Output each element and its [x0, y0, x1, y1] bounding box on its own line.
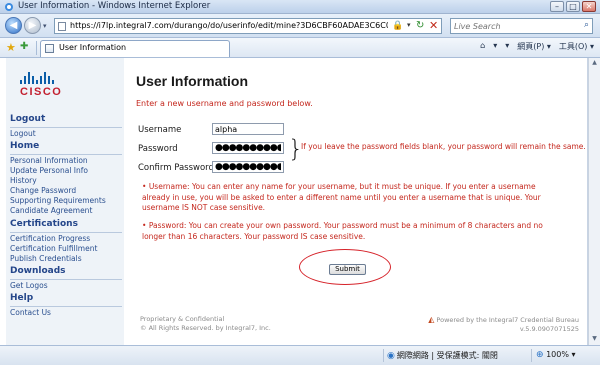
confirm-password-field[interactable] — [212, 161, 284, 173]
password-label: Password — [138, 144, 178, 154]
sidebar-item-get-logos[interactable]: Get Logos — [10, 281, 122, 291]
password-rule: • Password: You can create your own pass… — [142, 221, 543, 241]
sidebar-section-logout: Logout Logout — [10, 114, 122, 139]
back-button[interactable]: ◀ — [5, 17, 22, 34]
stop-icon[interactable]: ✕ — [429, 19, 438, 32]
url-text[interactable]: https://i7lp.integral7.com/durango/do/us… — [70, 21, 388, 30]
bureau-logo-icon: ◭ — [428, 315, 435, 324]
internet-explorer-icon — [5, 3, 13, 11]
intro-text: Enter a new username and password below. — [136, 99, 313, 108]
sidebar-item-certification-progress[interactable]: Certification Progress — [10, 234, 122, 244]
sidebar-item-candidate-agreement[interactable]: Candidate Agreement — [10, 206, 122, 216]
globe-icon: ◉ — [387, 351, 395, 361]
username-rule: • Username: You can enter any name for y… — [142, 182, 541, 212]
status-divider — [531, 349, 532, 362]
footer-proprietary: Proprietary & Confidential — [140, 315, 225, 323]
tab-user-information[interactable]: User Information — [40, 40, 230, 57]
password-rule-text: Password: You can create your own passwo… — [142, 221, 543, 241]
submit-button[interactable]: Submit — [329, 264, 366, 275]
home-button[interactable]: ⌂ — [480, 41, 485, 52]
footer-powered-text: Powered by the Integral7 Credential Bure… — [436, 316, 579, 324]
sidebar-heading: Home — [10, 141, 40, 151]
password-field[interactable] — [212, 142, 284, 154]
address-toolbar: ◀ ▶ ▾ https://i7lp.integral7.com/durango… — [0, 14, 600, 38]
security-zone[interactable]: ◉ 網際網路 | 受保護模式: 關閉 — [387, 350, 498, 361]
print-button[interactable]: ▾ — [505, 41, 509, 52]
sidebar-item-contact-us[interactable]: Contact Us — [10, 308, 122, 318]
status-bar: ◉ 網際網路 | 受保護模式: 關閉 ⊕ 100% ▾ — [0, 345, 600, 365]
scroll-down-icon[interactable]: ▼ — [590, 335, 599, 344]
minimize-button[interactable]: – — [550, 1, 564, 12]
zone-text: 網際網路 | 受保護模式: 關閉 — [396, 351, 498, 360]
footer-copyright: Proprietary & Confidential © All Rights … — [140, 315, 271, 333]
sidebar-heading: Logout — [10, 114, 46, 124]
zoom-icon: ⊕ — [536, 350, 544, 360]
cisco-logo: CISCO — [20, 72, 70, 100]
tools-menu[interactable]: 工具(O) ▾ — [559, 41, 594, 52]
feeds-button[interactable]: ▾ — [493, 41, 497, 52]
window-title: User Information - Windows Internet Expl… — [18, 1, 211, 11]
footer-powered-by: ◭ Powered by the Integral7 Credential Bu… — [409, 315, 579, 334]
forward-button[interactable]: ▶ — [24, 17, 41, 34]
search-box[interactable]: ⌕ — [450, 18, 593, 34]
sidebar-section-home: Home Personal Information Update Persona… — [10, 141, 122, 216]
cisco-bars-icon — [20, 72, 70, 84]
page-content: CISCO Logout Logout Home Personal Inform… — [0, 58, 588, 345]
sidebar-heading: Help — [10, 293, 34, 303]
footer-version: v.5.9.0907071525 — [519, 325, 579, 333]
page-menu[interactable]: 網頁(P) ▾ — [517, 41, 551, 52]
search-input[interactable] — [454, 20, 569, 32]
tab-toolbar: ★ ✚ User Information ⌂ ▾ ▾ 網頁(P) ▾ 工具(O)… — [0, 38, 600, 58]
zoom-level: 100% — [546, 350, 569, 359]
close-window-button[interactable]: ✕ — [582, 1, 596, 12]
sidebar: CISCO Logout Logout Home Personal Inform… — [6, 58, 124, 345]
lock-icon[interactable]: 🔒 — [392, 21, 404, 32]
sidebar-item-publish-credentials[interactable]: Publish Credentials — [10, 254, 122, 264]
username-rule-text: Username: You can enter any name for you… — [142, 182, 541, 212]
refresh-icon[interactable]: ↻ — [416, 20, 424, 31]
tab-label: User Information — [59, 43, 127, 52]
username-field[interactable] — [212, 123, 284, 135]
sidebar-item-personal-information[interactable]: Personal Information — [10, 156, 122, 166]
address-bar[interactable]: https://i7lp.integral7.com/durango/do/us… — [54, 18, 442, 34]
footer-rights: © All Rights Reserved. by Integral7, Inc… — [140, 324, 271, 332]
zoom-control[interactable]: ⊕ 100% ▾ — [536, 350, 576, 360]
vertical-scrollbar[interactable]: ▲ ▼ — [588, 58, 600, 345]
username-label: Username — [138, 125, 182, 135]
sidebar-item-history[interactable]: History — [10, 176, 122, 186]
sidebar-section-help: Help Contact Us — [10, 293, 122, 318]
sidebar-section-certifications: Certifications Certification Progress Ce… — [10, 219, 122, 264]
sidebar-item-supporting-requirements[interactable]: Supporting Requirements — [10, 196, 122, 206]
tab-page-icon — [45, 44, 54, 53]
sidebar-item-certification-fulfillment[interactable]: Certification Fulfillment — [10, 244, 122, 254]
sidebar-item-update-personal-info[interactable]: Update Personal Info — [10, 166, 122, 176]
favorites-star-icon[interactable]: ★ — [6, 41, 16, 54]
page-icon — [58, 22, 66, 31]
confirm-password-label: Confirm Password — [138, 163, 214, 173]
history-dropdown-icon[interactable]: ▾ — [43, 22, 47, 30]
toolbar-divider — [36, 41, 37, 55]
sidebar-item-logout[interactable]: Logout — [10, 129, 122, 139]
window-title-bar: User Information - Windows Internet Expl… — [0, 0, 600, 14]
status-divider — [383, 349, 384, 362]
url-dropdown-icon[interactable]: ▾ — [407, 21, 411, 29]
sidebar-heading: Downloads — [10, 266, 66, 276]
password-note: If you leave the password fields blank, … — [301, 142, 586, 151]
sidebar-section-downloads: Downloads Get Logos — [10, 266, 122, 291]
sidebar-heading: Certifications — [10, 219, 78, 229]
add-favorite-icon[interactable]: ✚ — [20, 41, 28, 52]
page-title: User Information — [136, 73, 249, 89]
sidebar-item-change-password[interactable]: Change Password — [10, 186, 122, 196]
scroll-up-icon[interactable]: ▲ — [590, 59, 599, 68]
maximize-button[interactable]: □ — [566, 1, 580, 12]
logo-text: CISCO — [20, 86, 63, 98]
search-icon[interactable]: ⌕ — [584, 20, 589, 30]
